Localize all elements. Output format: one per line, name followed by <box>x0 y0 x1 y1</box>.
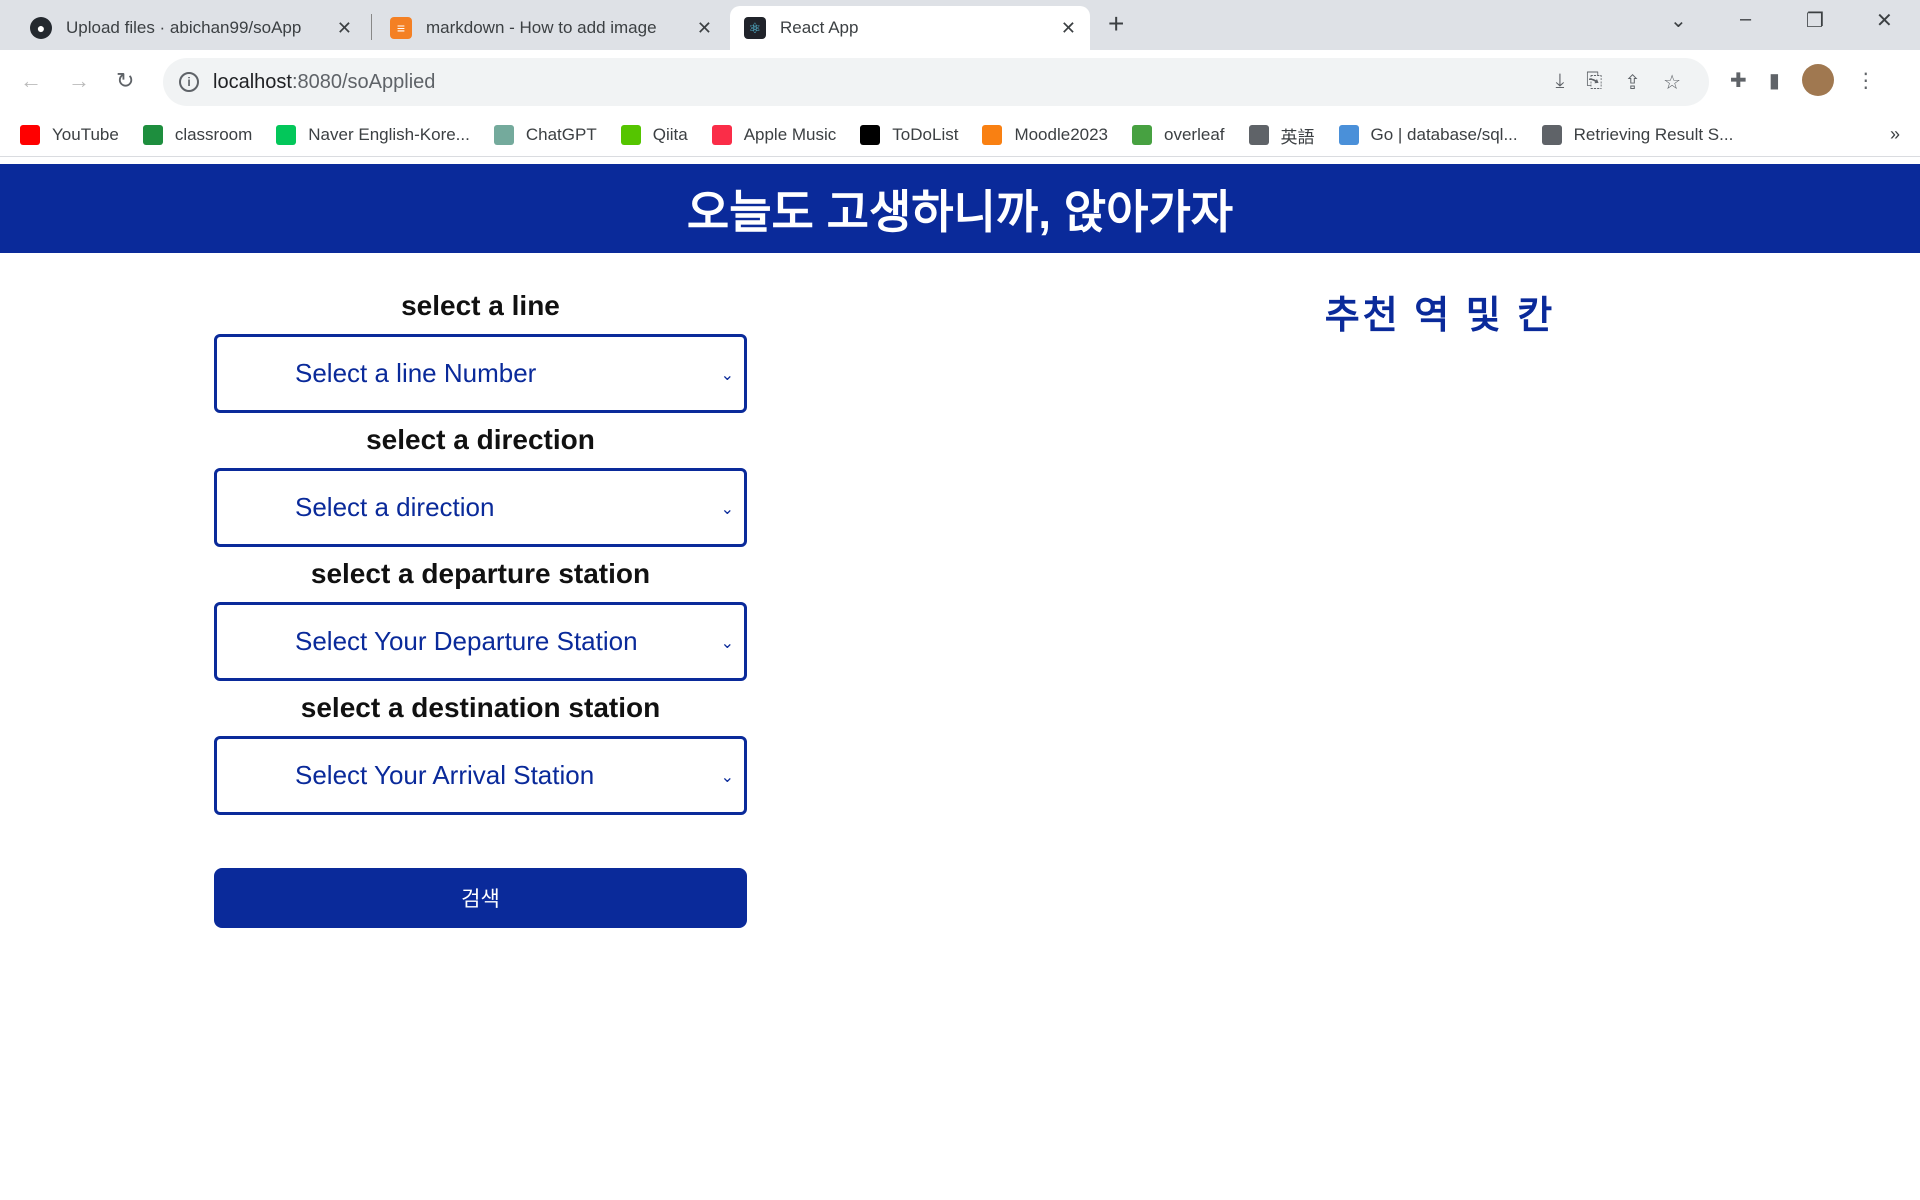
chevron-down-icon: ⌄ <box>720 635 734 652</box>
page-header: 오늘도 고생하니까, 앉아가자 <box>0 164 1920 253</box>
chevron-down-icon: ⌄ <box>720 367 734 384</box>
avatar[interactable] <box>1801 64 1834 96</box>
recommendation-title: 추천 역 및 칸 <box>1324 295 1556 337</box>
line-label: select a line <box>401 290 560 321</box>
bookmark-icon <box>1541 125 1562 145</box>
url-path: :8080/soApplied <box>291 70 436 93</box>
search-form: select a line Select a line Number ⌄ sele… <box>214 286 747 822</box>
react-icon: ⚛ <box>744 17 766 39</box>
toolbar: ← → ↻ i localhost:8080/soApplied ⤓ ⎘ ⇪ ☆ <box>0 50 1920 114</box>
tab-stackoverflow[interactable]: ≡ markdown - How to add image ✕ <box>376 6 726 50</box>
install-icon[interactable]: ⤓ <box>1555 70 1564 95</box>
bookmark-item[interactable]: Apple Music <box>711 125 837 145</box>
bookmark-item[interactable]: ToDoList <box>860 125 958 145</box>
github-icon: ● <box>30 17 52 39</box>
bookmark-item[interactable]: Go | database/sql... <box>1338 125 1518 145</box>
bookmark-icon <box>982 125 1003 145</box>
bookmark-item[interactable]: classroom <box>142 125 253 145</box>
bookmark-item[interactable]: 英語 <box>1248 123 1315 148</box>
url-host: localhost <box>213 70 292 93</box>
menu-icon[interactable]: ⋮ <box>1856 68 1876 93</box>
bookmark-icon <box>20 125 40 145</box>
bookmark-item[interactable]: ChatGPT <box>493 125 597 145</box>
departure-label: select a departure station <box>310 558 651 589</box>
bookmark-icon <box>711 125 732 145</box>
bookmark-label: Retrieving Result S... <box>1573 125 1734 144</box>
destination-select[interactable]: Select Your Arrival Station ⌄ <box>214 736 747 815</box>
direction-label: select a direction <box>366 424 595 455</box>
tab-title: markdown - How to add image <box>426 18 657 37</box>
search-button[interactable]: 검색 <box>214 868 747 928</box>
departure-select[interactable]: Select Your Departure Station ⌄ <box>214 602 747 681</box>
bookmark-icon <box>276 125 297 145</box>
select-value: Select Your Departure Station <box>295 626 638 656</box>
bookmark-icon <box>493 125 514 145</box>
page-title: 오늘도 고생하니까, 앉아가자 <box>686 185 1234 238</box>
extensions-icon[interactable]: ✚ <box>1730 68 1747 93</box>
bookmark-label: Moodle2023 <box>1014 125 1109 144</box>
bookmark-icon <box>1132 125 1153 145</box>
bookmark-label: Qiita <box>652 125 688 144</box>
star-icon[interactable]: ☆ <box>1663 70 1681 95</box>
select-value: Select a line Number <box>295 358 537 388</box>
share-icon[interactable]: ⇪ <box>1624 70 1641 95</box>
bookmark-icon <box>1248 125 1269 145</box>
bookmark-label: overleaf <box>1164 125 1225 144</box>
bookmark-icon <box>620 125 641 145</box>
close-icon[interactable]: ✕ <box>697 18 712 39</box>
bookmark-label: classroom <box>174 125 253 144</box>
bookmarks-bar: YouTube classroom Naver English-Kore... Cha… <box>0 114 1920 157</box>
chevron-down-icon: ⌄ <box>720 501 734 518</box>
restore-button[interactable]: ❐ <box>1806 8 1824 33</box>
tab-title: Upload files · abichan99/soApp <box>66 18 302 37</box>
tab-search-icon[interactable]: ⌄ <box>1670 8 1687 33</box>
stackoverflow-icon: ≡ <box>390 17 412 39</box>
bookmark-item[interactable]: Qiita <box>620 125 688 145</box>
bookmark-icon <box>142 125 163 145</box>
select-value: Select a direction <box>295 492 495 522</box>
more-bookmarks-icon[interactable]: » <box>1890 124 1900 145</box>
bookmark-label: Naver English-Kore... <box>308 125 470 144</box>
bookmark-icon <box>860 125 881 145</box>
reload-icon[interactable]: ↻ <box>116 68 134 94</box>
url-text[interactable]: localhost:8080/soApplied <box>213 71 435 94</box>
translate-icon[interactable]: ⎘ <box>1586 70 1602 95</box>
bookmark-label: Apple Music <box>743 125 837 144</box>
tab-divider <box>371 14 372 40</box>
select-value: Select Your Arrival Station <box>295 760 595 790</box>
bookmark-label: 英語 <box>1280 127 1315 147</box>
bookmark-label: ChatGPT <box>525 125 597 144</box>
address-bar[interactable]: i localhost:8080/soApplied ⤓ ⎘ ⇪ ☆ <box>163 58 1709 106</box>
tab-github[interactable]: ● Upload files · abichan99/soApp ✕ <box>16 6 366 50</box>
bookmark-label: Go | database/sql... <box>1370 125 1518 144</box>
destination-label: select a destination station <box>300 692 661 723</box>
bookmark-icon <box>1338 125 1359 145</box>
forward-icon[interactable]: → <box>68 68 90 94</box>
toolbar-icons: ✚ ▮ ⋮ <box>1730 64 1876 96</box>
new-tab-button[interactable]: + <box>1108 8 1124 40</box>
close-window-button[interactable]: ✕ <box>1876 8 1893 33</box>
bookmark-item[interactable]: YouTube <box>20 125 119 145</box>
bookmark-label: YouTube <box>52 125 119 144</box>
chevron-down-icon: ⌄ <box>720 769 734 786</box>
close-icon[interactable]: ✕ <box>1061 18 1076 39</box>
bookmark-item[interactable]: Moodle2023 <box>982 125 1108 145</box>
direction-select[interactable]: Select a direction ⌄ <box>214 468 747 547</box>
tab-react-app[interactable]: ⚛ React App ✕ <box>730 6 1090 50</box>
bookmark-label: ToDoList <box>892 125 959 144</box>
tab-bar: ● Upload files · abichan99/soApp ✕ ≡ mar… <box>0 0 1920 50</box>
close-icon[interactable]: ✕ <box>337 18 352 39</box>
info-icon[interactable]: i <box>179 72 199 92</box>
bookmark-item[interactable]: overleaf <box>1132 125 1225 145</box>
back-icon[interactable]: ← <box>20 68 42 94</box>
bookmark-item[interactable]: Retrieving Result S... <box>1541 125 1734 145</box>
tab-title: React App <box>780 18 859 37</box>
minimize-button[interactable]: – <box>1740 8 1751 31</box>
line-select[interactable]: Select a line Number ⌄ <box>214 334 747 413</box>
side-panel-icon[interactable]: ▮ <box>1769 68 1780 93</box>
bookmark-item[interactable]: Naver English-Kore... <box>276 125 470 145</box>
